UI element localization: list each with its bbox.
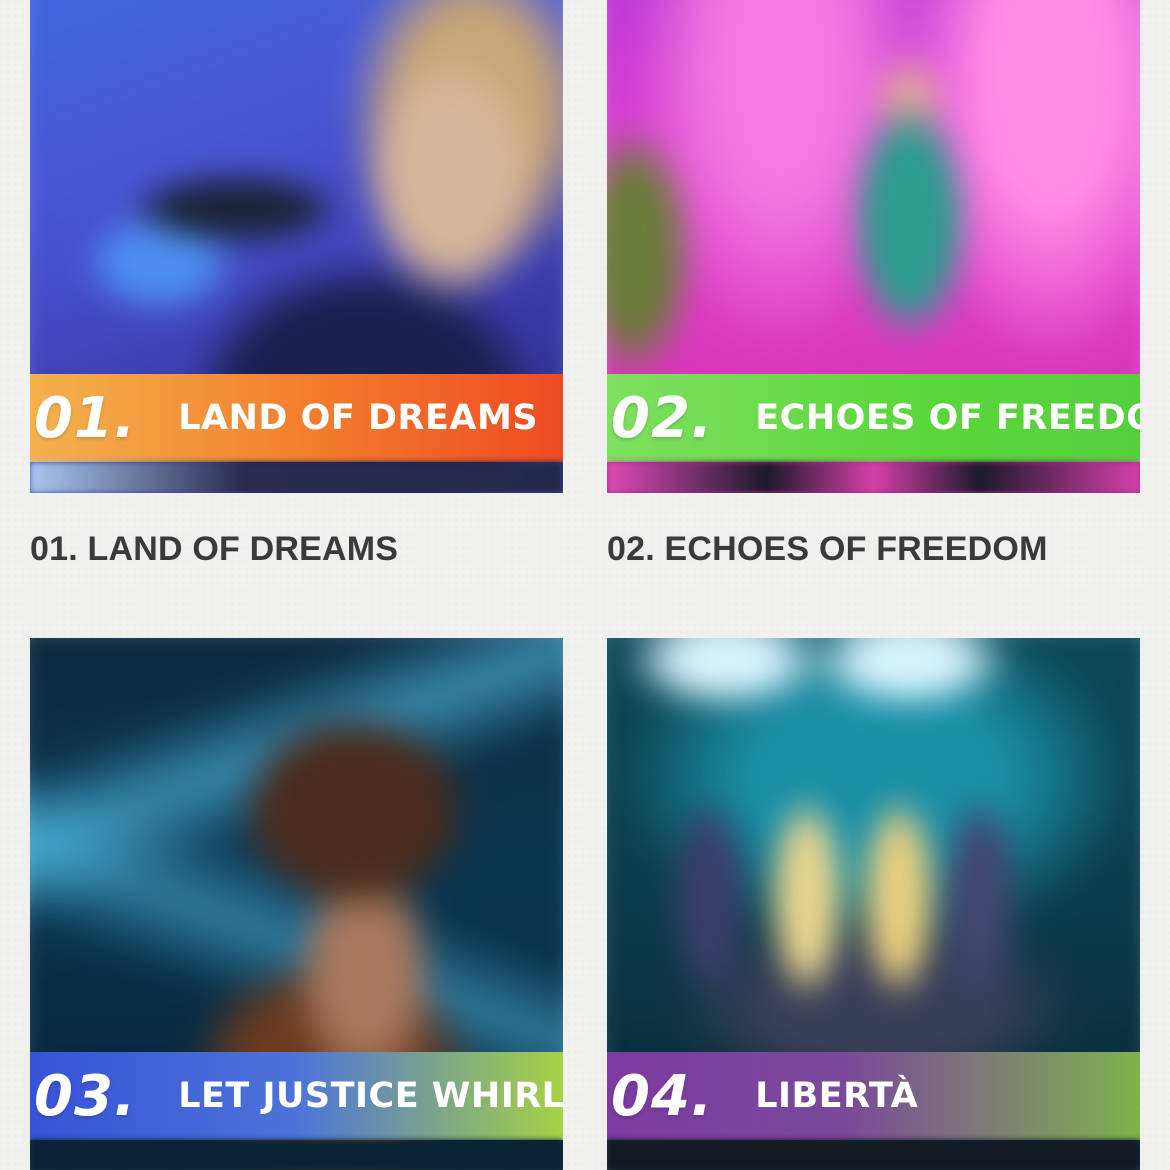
- title-banner: 04. LIBERTÀ: [607, 1052, 1140, 1140]
- image-bottom-strip: [30, 462, 563, 493]
- song-thumbnail[interactable]: 04. LIBERTÀ: [607, 638, 1140, 1170]
- song-thumbnail[interactable]: 01. LAND OF DREAMS: [30, 0, 563, 493]
- song-thumbnail[interactable]: 02. ECHOES OF FREEDOM: [607, 0, 1140, 493]
- song-card[interactable]: 01. LAND OF DREAMS 01. LAND OF DREAMS: [30, 0, 563, 568]
- banner-title: LAND OF DREAMS: [178, 398, 539, 438]
- song-card[interactable]: 03. LET JUSTICE WHIRL: [30, 638, 563, 1170]
- song-caption[interactable]: 02. ECHOES OF FREEDOM: [607, 530, 1048, 569]
- image-bottom-strip: [607, 462, 1140, 493]
- banner-title: LET JUSTICE WHIRL: [178, 1076, 563, 1116]
- song-thumbnail[interactable]: 03. LET JUSTICE WHIRL: [30, 638, 563, 1170]
- image-bottom-strip: [30, 1140, 563, 1170]
- banner-title: LIBERTÀ: [755, 1076, 919, 1116]
- banner-number: 02.: [611, 385, 714, 451]
- banner-title: ECHOES OF FREEDOM: [755, 398, 1140, 438]
- banner-number: 04.: [611, 1063, 714, 1129]
- banner-number: 01.: [34, 385, 137, 451]
- banner-number: 03.: [34, 1063, 137, 1129]
- title-banner: 03. LET JUSTICE WHIRL: [30, 1052, 563, 1140]
- title-banner: 01. LAND OF DREAMS: [30, 374, 563, 462]
- song-card[interactable]: 02. ECHOES OF FREEDOM 02. ECHOES OF FREE…: [607, 0, 1140, 568]
- title-banner: 02. ECHOES OF FREEDOM: [607, 374, 1140, 462]
- song-grid: 01. LAND OF DREAMS 01. LAND OF DREAMS 02…: [0, 0, 1170, 1170]
- song-caption[interactable]: 01. LAND OF DREAMS: [30, 530, 398, 569]
- image-bottom-strip: [607, 1140, 1140, 1170]
- song-card[interactable]: 04. LIBERTÀ: [607, 638, 1140, 1170]
